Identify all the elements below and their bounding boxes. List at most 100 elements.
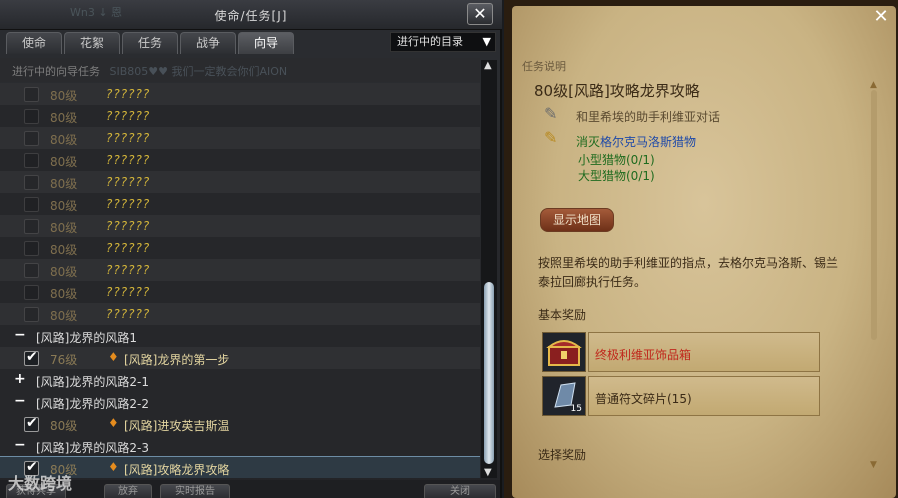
quest-description: 按照里希埃的助手利维亚的指点，去格尔克马洛斯、锡兰泰拉回廊执行任务。 (538, 256, 839, 289)
quest-row[interactable]: 80级?????? (0, 127, 480, 149)
chest-icon (542, 332, 586, 372)
collapse-icon[interactable]: − (14, 327, 26, 343)
quest-row[interactable]: 76级 ♦ [风路]龙界的第一步 (0, 347, 480, 369)
scrollbar[interactable]: ▲ ▼ (481, 60, 497, 478)
quest-row[interactable]: 80级?????? (0, 83, 480, 105)
quest-group-header[interactable]: + [风路]龙界的风路2-1 (0, 369, 480, 391)
quest-detail-panel: ✕ 任务说明 80级[风路]攻略龙界攻略 ✎ 和里希埃的助手利维亚对话 ✎ 消灭… (504, 0, 898, 498)
section-label: 任务说明 (522, 60, 566, 73)
scroll-thumb[interactable] (484, 282, 494, 464)
quest-list: 80级?????? 80级?????? 80级?????? 80级?????? 80级?… (0, 83, 480, 478)
quest-name: ?????? (106, 285, 151, 299)
scroll-up-icon[interactable]: ▲ (484, 60, 492, 71)
collapse-icon[interactable]: − (14, 437, 26, 453)
step-kill-target[interactable]: 格尔克马洛斯猎物 (600, 135, 696, 149)
collapse-icon[interactable]: − (14, 393, 26, 409)
quest-name: ?????? (106, 263, 151, 277)
track-checkbox[interactable] (24, 219, 39, 234)
detail-scrollbar[interactable]: ▲ ▼ (868, 80, 880, 470)
quest-level: 80级 (50, 133, 78, 147)
quest-level: 80级 (50, 177, 78, 191)
quest-row[interactable]: 80级?????? (0, 105, 480, 127)
tab-bar: 使命 花絮 任务 战争 向导 (6, 32, 294, 54)
quest-level: 80级 (50, 287, 78, 301)
report-button[interactable]: 实时报告 (160, 484, 230, 498)
quest-row[interactable]: 80级?????? (0, 193, 480, 215)
quest-row[interactable]: 80级?????? (0, 171, 480, 193)
scroll-track[interactable] (871, 90, 877, 340)
close-icon[interactable]: ✕ (467, 3, 493, 25)
tab-mission[interactable]: 使命 (6, 32, 62, 54)
title-bar[interactable]: Wn3 ↓ 恩 使命/任务[J] ✕ (0, 0, 502, 30)
show-map-button[interactable]: 显示地图 (540, 208, 614, 232)
scroll-down-icon[interactable]: ▼ (484, 467, 492, 478)
quest-name: ?????? (106, 87, 151, 101)
track-checkbox[interactable] (24, 87, 39, 102)
quest-name: ?????? (106, 153, 151, 167)
track-checkbox[interactable] (24, 175, 39, 190)
group-name: [风路]龙界的风路2-2 (36, 397, 149, 411)
track-checkbox[interactable] (24, 241, 39, 256)
quest-row[interactable]: 80级 ♦ [风路]进攻英吉斯温 (0, 413, 480, 435)
quest-row[interactable]: 80级?????? (0, 237, 480, 259)
reward-count: 15 (570, 404, 582, 414)
track-checkbox[interactable] (24, 109, 39, 124)
close-button[interactable]: 关闭 (424, 484, 496, 498)
step-talk: 和里希埃的助手利维亚对话 (576, 110, 721, 124)
quest-row[interactable]: 80级?????? (0, 215, 480, 237)
quest-group-header[interactable]: − [风路]龙界的风路1 (0, 325, 480, 347)
scroll-down-icon[interactable]: ▼ (870, 460, 877, 470)
quest-level: 80级 (50, 111, 78, 125)
quest-name: ?????? (106, 219, 151, 233)
quest-marker-icon: ♦ (108, 416, 119, 430)
quest-row[interactable]: 80级?????? (0, 259, 480, 281)
step-kill-prefix: 消灭 (576, 135, 601, 149)
quest-title: 80级[风路]攻略龙界攻略 (534, 82, 700, 100)
track-checkbox[interactable] (24, 285, 39, 300)
track-checkbox[interactable] (24, 415, 39, 432)
reward-name: 终极利维亚饰品箱 (588, 332, 820, 372)
group-name: [风路]龙界的风路2-3 (36, 441, 149, 455)
quest-name: ?????? (106, 175, 151, 189)
track-checkbox[interactable] (24, 263, 39, 278)
quest-row[interactable]: 80级?????? (0, 281, 480, 303)
quest-marker-icon: ♦ (108, 350, 119, 364)
chevron-down-icon: ▼ (482, 35, 491, 48)
tab-guide[interactable]: 向导 (238, 32, 294, 54)
quest-marker-icon: ♦ (108, 460, 119, 474)
group-name: [风路]龙界的风路2-1 (36, 375, 149, 389)
expand-icon[interactable]: + (14, 371, 26, 387)
track-checkbox[interactable] (24, 153, 39, 168)
reward-item[interactable]: 15 普通符文碎片(15) (542, 376, 822, 416)
track-checkbox[interactable] (24, 197, 39, 212)
category-dropdown[interactable]: 进行中的目录 ▼ (390, 32, 496, 52)
quest-level: 80级 (50, 221, 78, 235)
quest-level: 80级 (50, 419, 78, 433)
quest-row[interactable]: 80级?????? (0, 149, 480, 171)
quest-level: 80级 (50, 265, 78, 279)
tab-war[interactable]: 战争 (180, 32, 236, 54)
list-header-ghost: SIB805♥♥ 我们一定教会你们AION (109, 65, 288, 78)
basic-reward-label: 基本奖励 (538, 308, 587, 322)
quest-name: ?????? (106, 241, 151, 255)
close-icon[interactable]: ✕ (868, 6, 894, 28)
tab-quests[interactable]: 任务 (122, 32, 178, 54)
quest-name: ?????? (106, 109, 151, 123)
quest-name: ?????? (106, 307, 151, 321)
scroll-up-icon[interactable]: ▲ (870, 80, 877, 90)
track-checkbox[interactable] (24, 131, 39, 146)
quest-level: 80级 (50, 309, 78, 323)
torch-icon: ✎ (544, 128, 558, 147)
quest-level: 80级 (50, 199, 78, 213)
quest-group-header[interactable]: − [风路]龙界的风路2-3 (0, 435, 480, 457)
sub-objective-small: 小型猎物(0/1) (578, 153, 655, 167)
track-checkbox[interactable] (24, 349, 39, 366)
tab-highlights[interactable]: 花絮 (64, 32, 120, 54)
abandon-button[interactable]: 放弃 (104, 484, 152, 498)
quest-group-header[interactable]: − [风路]龙界的风路2-2 (0, 391, 480, 413)
list-header-label: 进行中的向导任务 (12, 65, 100, 78)
bottom-bar: 获得共享 放弃 实时报告 关闭 (0, 480, 500, 498)
quest-row[interactable]: 80级?????? (0, 303, 480, 325)
reward-item[interactable]: 终极利维亚饰品箱 (542, 332, 822, 372)
track-checkbox[interactable] (24, 307, 39, 322)
